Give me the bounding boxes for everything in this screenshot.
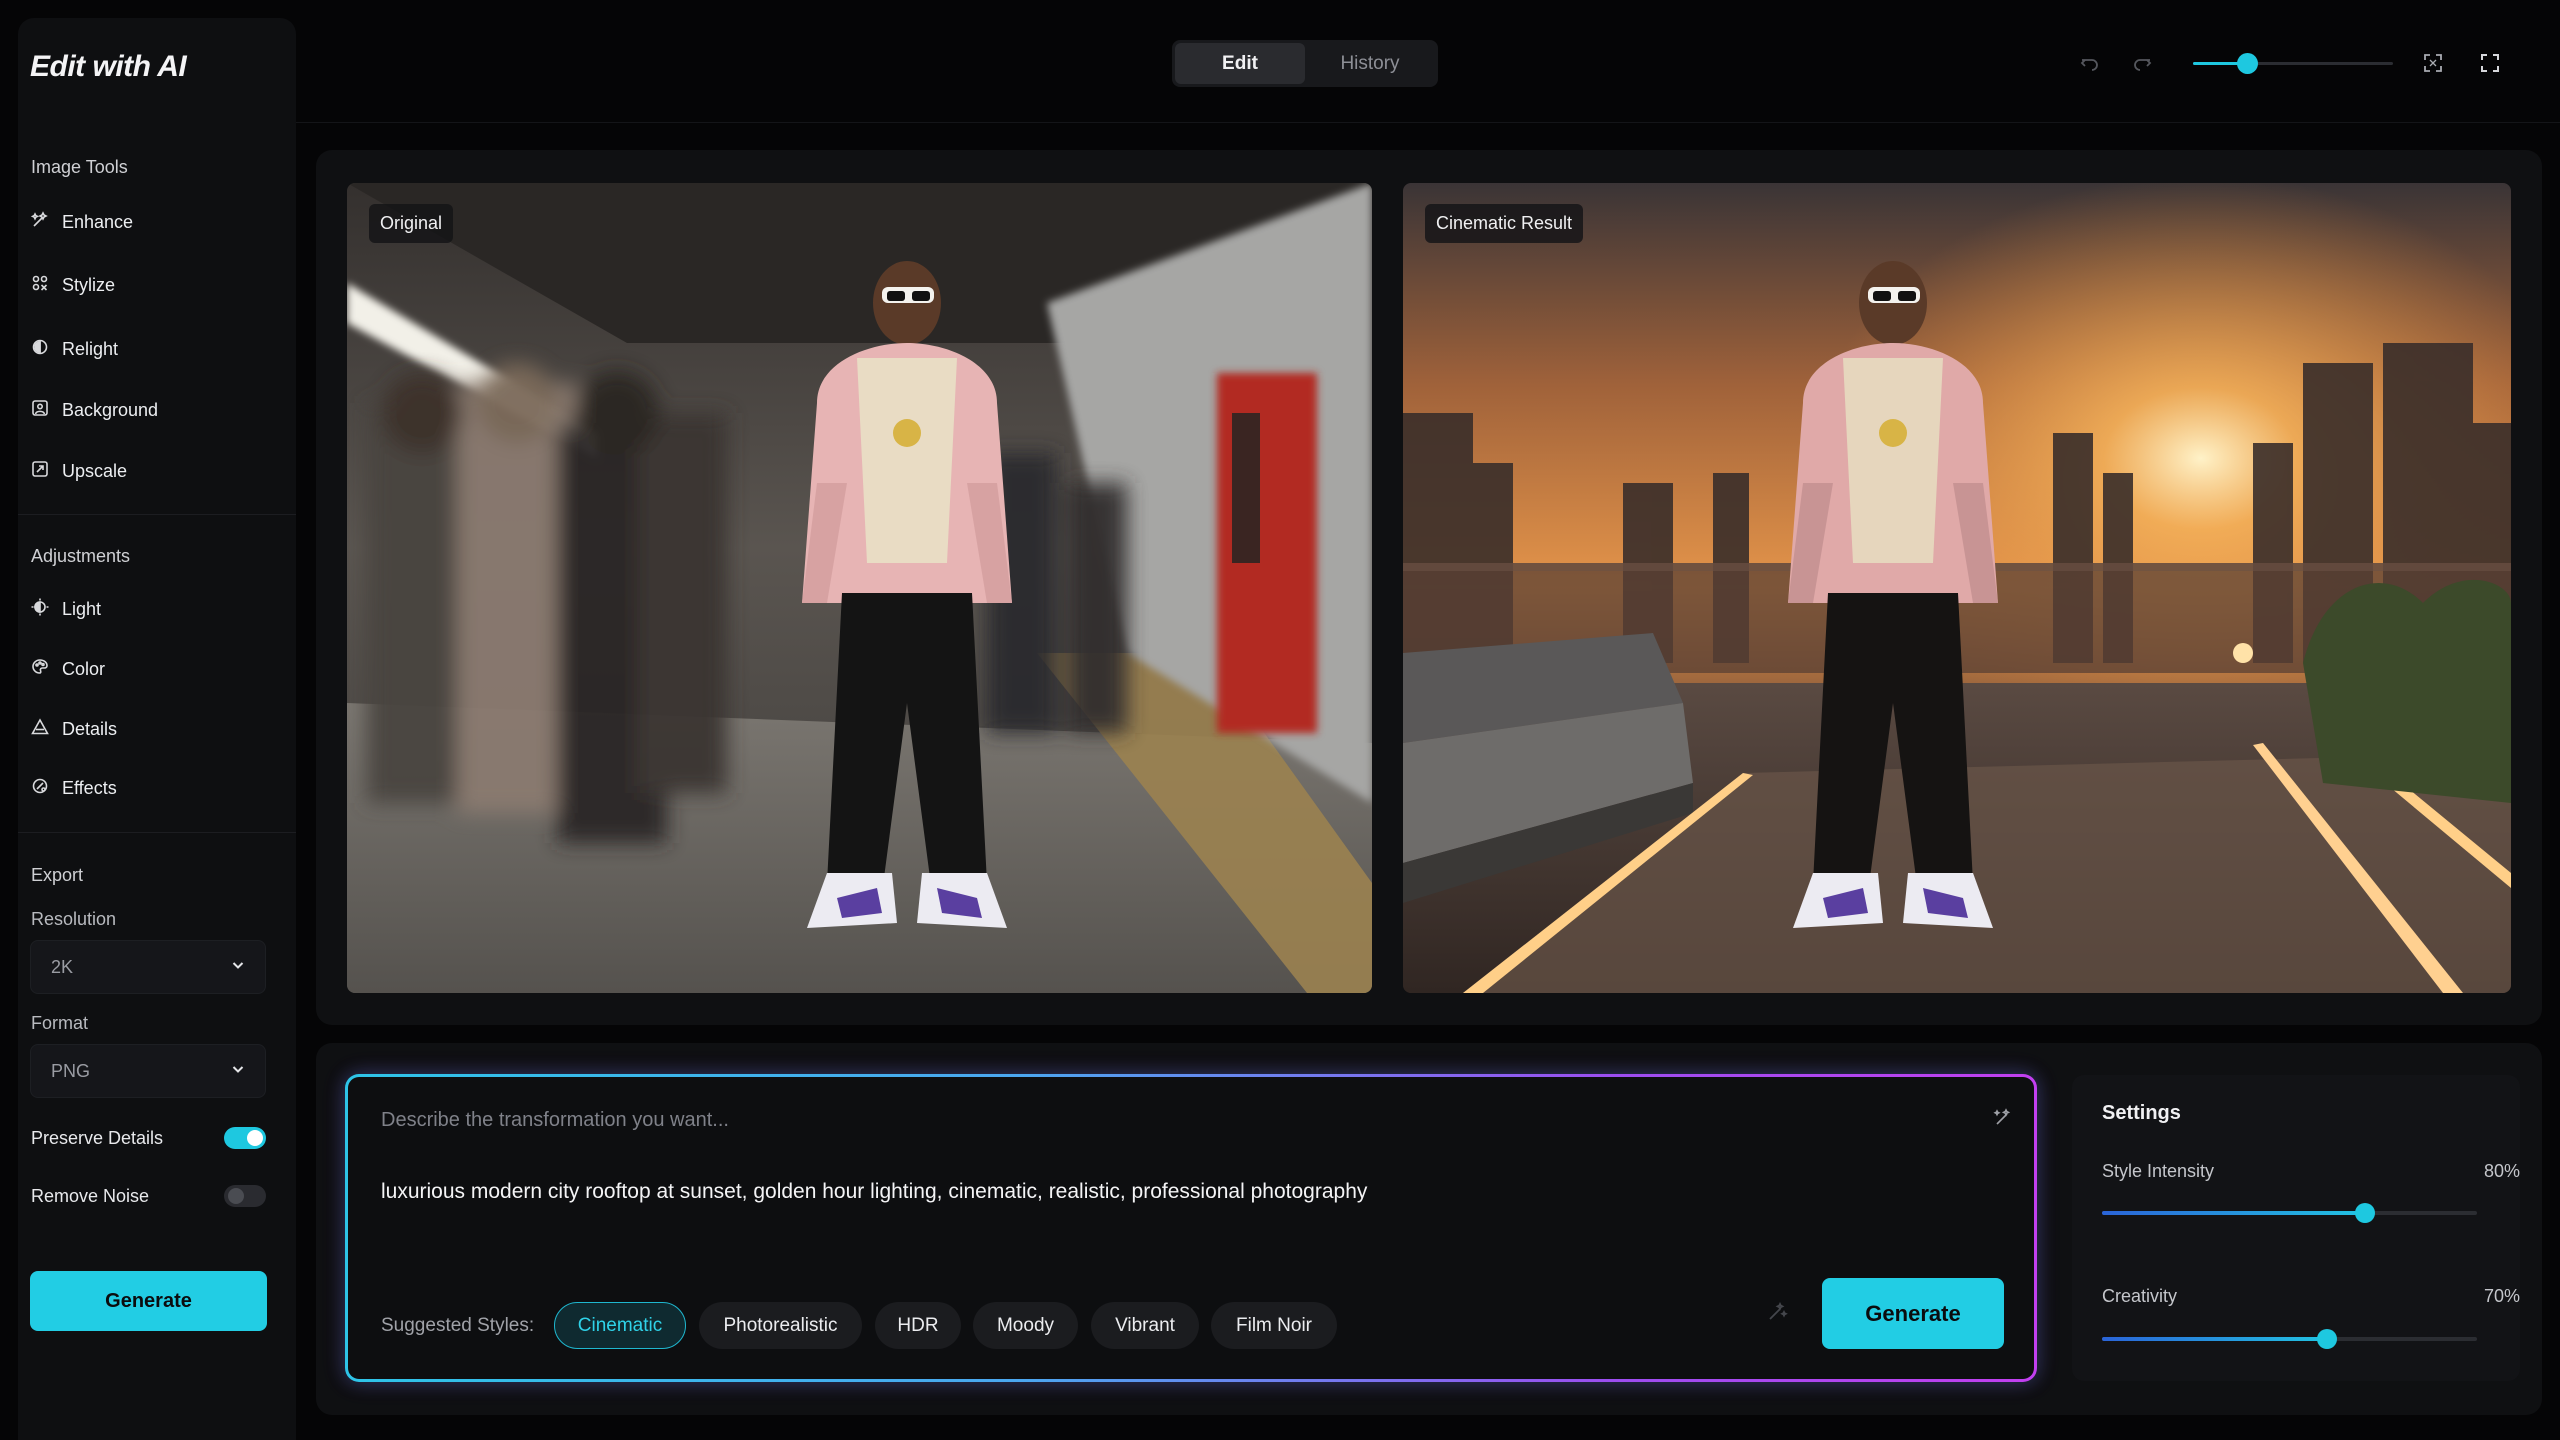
sidebar-item-stylize[interactable]: Stylize <box>30 265 115 305</box>
style-chip-vibrant[interactable]: Vibrant <box>1091 1302 1199 1349</box>
prompt-generate-button[interactable]: Generate <box>1822 1278 2004 1349</box>
resolution-select[interactable]: 2K <box>30 940 266 994</box>
remove-noise-row: Remove Noise <box>31 1185 266 1207</box>
adjustments-heading: Adjustments <box>31 546 131 566</box>
sidebar-item-upscale[interactable]: Upscale <box>30 451 127 491</box>
preserve-details-row: Preserve Details <box>31 1127 266 1149</box>
style-intensity-label: Style Intensity <box>2102 1161 2215 1181</box>
tab-edit[interactable]: Edit <box>1175 43 1305 84</box>
tab-history[interactable]: History <box>1305 43 1435 84</box>
style-chip-moody[interactable]: Moody <box>973 1302 1078 1349</box>
settings-panel: Settings Style Intensity 80% Creativity … <box>2072 1075 2520 1381</box>
prompt-placeholder: Describe the transformation you want... <box>381 1109 729 1131</box>
enhance-icon <box>30 210 50 235</box>
original-label: Original <box>369 204 454 243</box>
sidebar-item-label: Background <box>62 399 159 420</box>
style-intensity-slider[interactable] <box>2102 1203 2477 1223</box>
zoom-slider-handle[interactable] <box>2237 53 2258 74</box>
creativity-slider[interactable] <box>2102 1329 2477 1349</box>
color-icon <box>30 657 50 682</box>
sidebar-item-color[interactable]: Color <box>30 649 105 689</box>
preserve-details-toggle[interactable] <box>224 1127 266 1149</box>
sidebar-item-effects[interactable]: Effects <box>30 768 117 808</box>
relight-icon <box>30 337 50 362</box>
sidebar-item-background[interactable]: Background <box>30 390 158 430</box>
undo-icon[interactable] <box>2077 50 2103 76</box>
light-icon <box>30 597 50 622</box>
creativity-label: Creativity <box>2102 1286 2178 1306</box>
sidebar-item-label: Effects <box>62 777 117 798</box>
result-label: Cinematic Result <box>1425 204 1584 243</box>
redo-icon[interactable] <box>2129 50 2155 76</box>
original-image[interactable]: Original <box>347 183 1372 993</box>
format-label: Format <box>31 1013 89 1033</box>
sidebar-item-label: Stylize <box>62 274 116 295</box>
settings-title: Settings <box>2102 1102 2181 1124</box>
style-chip-hdr[interactable]: HDR <box>875 1302 961 1349</box>
sidebar-item-label: Color <box>62 658 106 679</box>
resolution-value: 2K <box>51 956 74 977</box>
chevron-down-icon <box>229 1060 247 1083</box>
format-select[interactable]: PNG <box>30 1044 266 1098</box>
fit-screen-icon[interactable] <box>2420 50 2446 76</box>
resolution-label: Resolution <box>31 909 117 929</box>
details-icon <box>30 717 50 742</box>
style-intensity-value: 80% <box>2483 1161 2520 1181</box>
background-icon <box>30 398 50 423</box>
sidebar-divider <box>18 514 296 515</box>
result-image[interactable]: Cinematic Result <box>1403 183 2511 993</box>
sidebar-divider <box>18 832 296 833</box>
sidebar-item-label: Upscale <box>62 460 128 481</box>
topbar-divider <box>296 122 2560 123</box>
stylize-icon <box>30 273 50 298</box>
view-tabs: Edit History <box>1172 40 1438 87</box>
format-value: PNG <box>51 1060 91 1081</box>
sidebar-item-label: Relight <box>62 338 119 359</box>
zoom-slider[interactable] <box>2193 53 2393 74</box>
sidebar-item-details[interactable]: Details <box>30 709 117 749</box>
magic-wand-icon[interactable] <box>1765 1300 1789 1324</box>
sidebar-item-enhance[interactable]: Enhance <box>30 202 133 242</box>
rooftop-sunset-photo <box>1403 183 2511 993</box>
fullscreen-icon[interactable] <box>2477 50 2503 76</box>
app-title: Edit with AI <box>30 50 187 83</box>
sidebar-item-relight[interactable]: Relight <box>30 329 118 369</box>
sidebar-generate-button[interactable]: Generate <box>30 1271 267 1331</box>
image-tools-heading: Image Tools <box>31 157 128 177</box>
effects-icon <box>30 776 50 801</box>
remove-noise-label: Remove Noise <box>31 1185 150 1206</box>
sidebar-item-light[interactable]: Light <box>30 589 101 629</box>
style-chip-photorealistic[interactable]: Photorealistic <box>699 1302 862 1349</box>
style-chip-film-noir[interactable]: Film Noir <box>1211 1302 1337 1349</box>
upscale-icon <box>30 459 50 484</box>
sidebar-item-label: Light <box>62 598 102 619</box>
creativity-handle[interactable] <box>2317 1329 2337 1349</box>
preserve-details-label: Preserve Details <box>31 1127 164 1148</box>
subway-platform-photo <box>347 183 1372 993</box>
export-heading: Export <box>31 865 84 885</box>
style-intensity-handle[interactable] <box>2354 1203 2375 1223</box>
sparkle-icon[interactable] <box>1991 1106 2015 1130</box>
style-chip-cinematic[interactable]: Cinematic <box>554 1302 686 1349</box>
suggested-styles-label: Suggested Styles: <box>381 1315 535 1336</box>
remove-noise-toggle[interactable] <box>224 1185 266 1207</box>
prompt-text[interactable]: luxurious modern city rooftop at sunset,… <box>381 1180 1367 1204</box>
sidebar-item-label: Details <box>62 718 118 739</box>
chevron-down-icon <box>229 956 247 979</box>
creativity-value: 70% <box>2483 1286 2520 1306</box>
sidebar-item-label: Enhance <box>62 211 134 232</box>
app-root: Edit with AI Image Tools Enhance Stylize… <box>0 0 2560 1440</box>
prompt-box[interactable]: Describe the transformation you want... … <box>345 1074 2037 1382</box>
